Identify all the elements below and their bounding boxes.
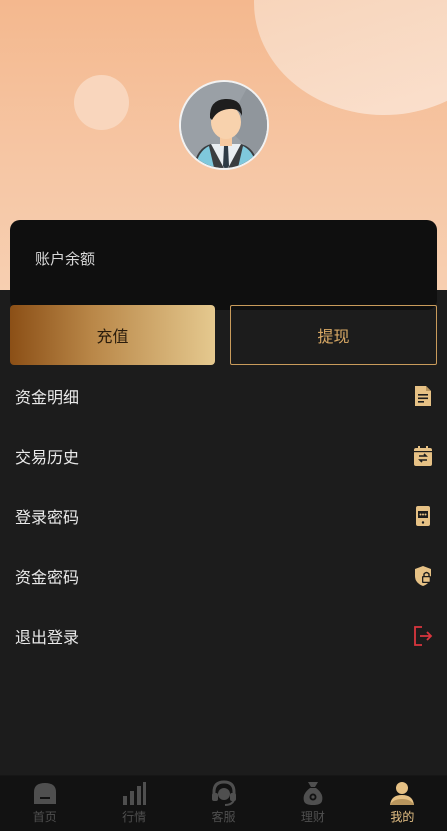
tab-home[interactable]: 首页 — [0, 776, 89, 831]
tab-label: 我的 — [390, 810, 415, 824]
menu-item-fund-password[interactable]: 资金密码 — [0, 546, 447, 606]
balance-label: 账户余额 — [35, 250, 96, 268]
phone-password-icon — [416, 506, 430, 526]
settings-menu: 资金明细 交易历史 登录密码 资金密码 退出登录 — [0, 366, 447, 666]
tab-label: 客服 — [211, 810, 236, 824]
tab-mine[interactable]: 我的 — [358, 776, 447, 831]
tab-label: 行情 — [122, 810, 147, 824]
tab-market[interactable]: 行情 — [89, 776, 178, 831]
bar-chart-icon — [123, 782, 147, 805]
recharge-button[interactable]: 充值 — [10, 305, 215, 365]
menu-item-fund-details[interactable]: 资金明细 — [0, 366, 447, 426]
tab-label: 理财 — [300, 810, 325, 824]
tab-support[interactable]: 客服 — [179, 776, 268, 831]
menu-item-label: 交易历史 — [15, 448, 80, 467]
document-icon — [415, 386, 431, 406]
withdraw-button[interactable]: 提现 — [230, 305, 437, 365]
money-bag-icon — [303, 782, 323, 805]
action-buttons: 充值 提现 — [10, 305, 437, 365]
user-icon — [390, 782, 415, 805]
menu-item-trade-history[interactable]: 交易历史 — [0, 426, 447, 486]
decorative-circle-large — [254, 0, 447, 115]
decorative-circle-small — [74, 75, 129, 130]
tab-finance[interactable]: 理财 — [268, 776, 357, 831]
home-icon — [33, 783, 56, 804]
menu-item-login-password[interactable]: 登录密码 — [0, 486, 447, 546]
menu-item-label: 退出登录 — [15, 628, 80, 647]
calendar-exchange-icon — [414, 446, 432, 466]
headset-icon — [211, 780, 236, 806]
balance-card: 账户余额 — [10, 220, 437, 310]
avatar[interactable] — [179, 80, 269, 170]
menu-item-label: 资金密码 — [15, 568, 80, 587]
menu-item-label: 资金明细 — [15, 388, 80, 407]
logout-icon — [414, 626, 433, 646]
shield-lock-icon — [415, 566, 431, 586]
tab-label: 首页 — [32, 810, 57, 824]
menu-item-label: 登录密码 — [15, 508, 80, 527]
bottom-tab-bar: 首页 行情 客服 理财 我的 — [0, 775, 447, 831]
menu-item-logout[interactable]: 退出登录 — [0, 606, 447, 666]
